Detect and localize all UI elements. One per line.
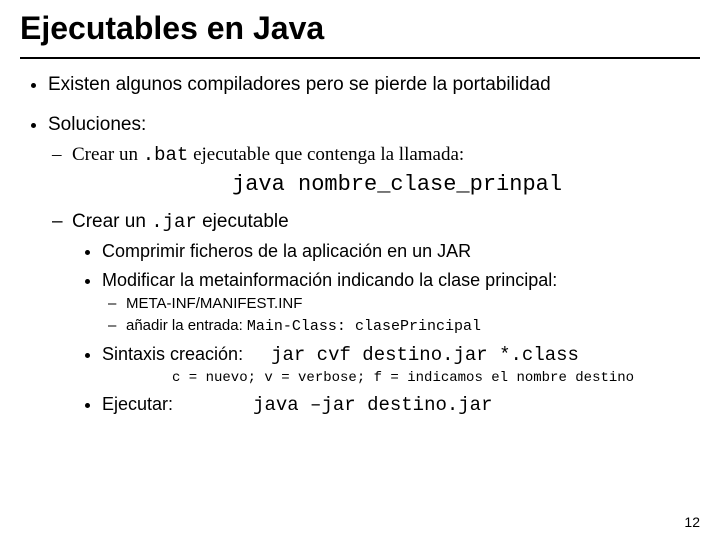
d2-code: .jar <box>151 211 197 233</box>
syntax-note: c = nuevo; v = verbose; f = indicamos el… <box>172 370 700 388</box>
title-rule <box>20 57 700 59</box>
sub-4-code: java –jar destino.jar <box>253 394 492 416</box>
d2-post: ejecutable <box>197 211 289 232</box>
d1-post: ejecutable que contenga la llamada: <box>188 144 464 165</box>
d1-code: .bat <box>143 144 189 166</box>
sub-1: Comprimir ficheros de la aplicación en u… <box>102 240 700 263</box>
bullet-list: Existen algunos compiladores pero se pie… <box>20 73 700 418</box>
sub-2-text: Modificar la metainformación indicando l… <box>102 270 557 290</box>
sub-3: Sintaxis creación: jar cvf destino.jar *.… <box>102 343 700 387</box>
sub-4: Ejecutar: java –jar destino.jar <box>102 393 700 418</box>
sub-dash-list: META-INF/MANIFEST.INF añadir la entrada:… <box>102 295 700 337</box>
command-1: java nombre_clase_prinpal <box>232 171 700 200</box>
bullet-2-text: Soluciones: <box>48 114 146 135</box>
sub-2: Modificar la metainformación indicando l… <box>102 269 700 337</box>
d1-pre: Crear un <box>72 144 143 165</box>
page-number: 12 <box>684 514 700 530</box>
dash-list: Crear un .bat ejecutable que contenga la… <box>48 143 700 418</box>
sd2-code: Main-Class: clasePrincipal <box>247 318 481 335</box>
bullet-2: Soluciones: Crear un .bat ejecutable que… <box>48 113 700 418</box>
sub-disc-list: Comprimir ficheros de la aplicación en u… <box>72 240 700 418</box>
sub-dash-2: añadir la entrada: Main-Class: clasePrin… <box>126 317 700 337</box>
sub-4-label: Ejecutar: <box>102 394 173 414</box>
dash-2: Crear un .jar ejecutable Comprimir fiche… <box>72 210 700 418</box>
d2-pre: Crear un <box>72 211 151 232</box>
slide-title: Ejecutables en Java <box>20 10 700 51</box>
sd2-pre: añadir la entrada: <box>126 317 247 334</box>
sub-3-label: Sintaxis creación: <box>102 344 243 364</box>
bullet-1: Existen algunos compiladores pero se pie… <box>48 73 700 97</box>
sub-3-code: jar cvf destino.jar *.class <box>271 344 579 366</box>
sub-dash-1: META-INF/MANIFEST.INF <box>126 295 700 314</box>
dash-1: Crear un .bat ejecutable que contenga la… <box>72 143 700 200</box>
